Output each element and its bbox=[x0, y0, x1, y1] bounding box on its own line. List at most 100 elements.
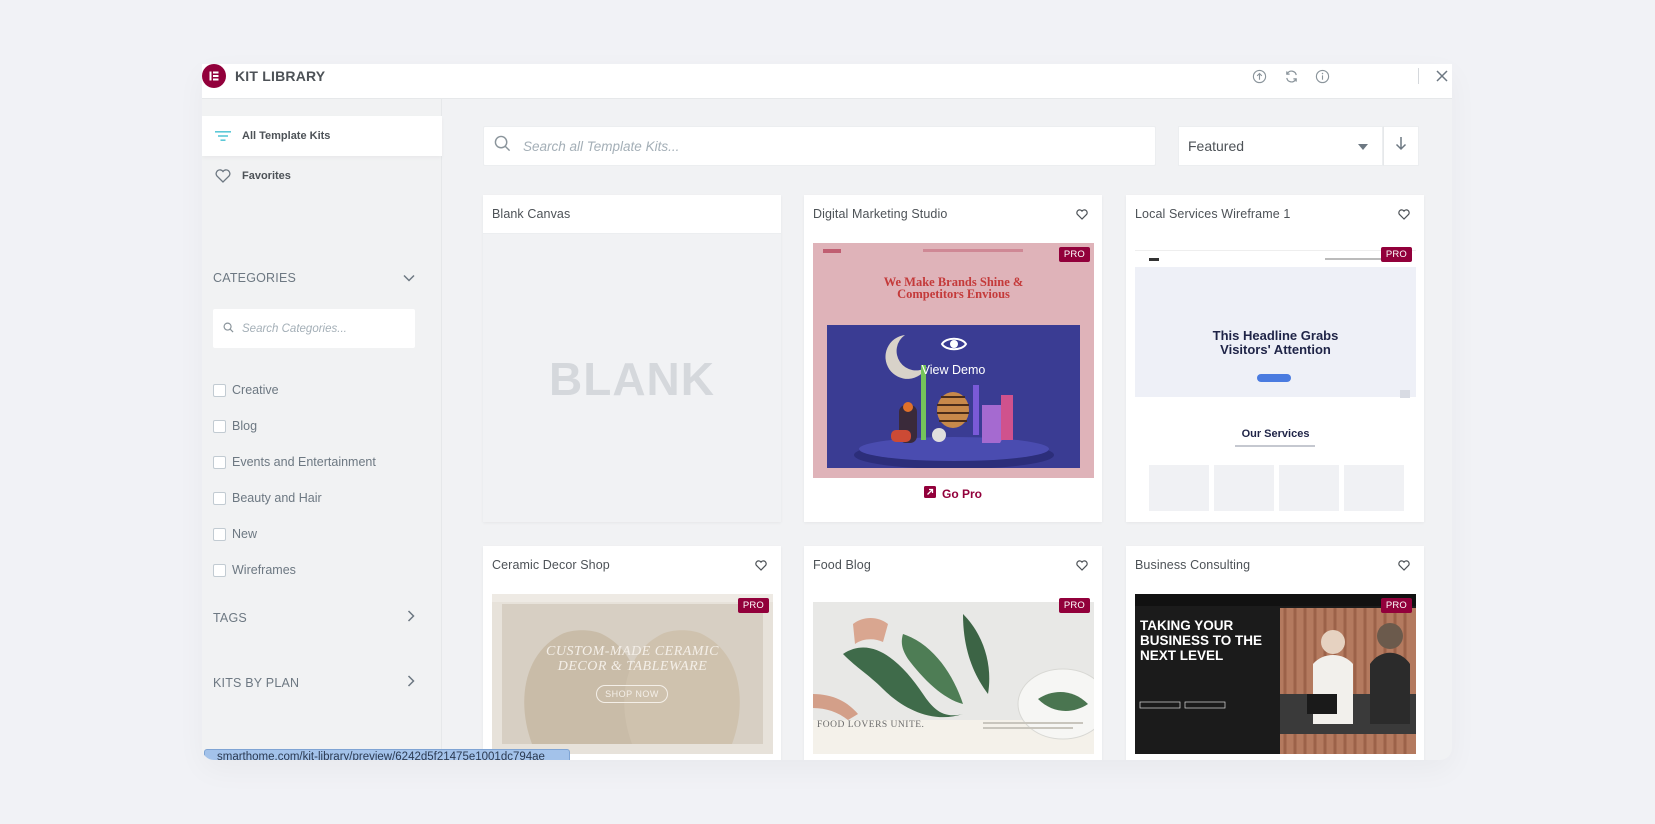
thumbnail-headline: We Make Brands Shine & Competitors Envio… bbox=[883, 275, 1024, 301]
kit-thumbnail[interactable]: FOOD LOVERS UNITE. PRO bbox=[813, 594, 1094, 754]
kit-card-header: Local Services Wireframe 1 bbox=[1126, 195, 1424, 233]
view-demo-overlay[interactable]: View Demo bbox=[813, 325, 1094, 385]
kit-search-input[interactable] bbox=[523, 138, 1123, 154]
kit-title: Ceramic Decor Shop bbox=[492, 558, 610, 572]
tags-heading: TAGS bbox=[213, 611, 247, 625]
pro-badge: PRO bbox=[1058, 247, 1090, 262]
upload-icon[interactable] bbox=[1250, 67, 1268, 85]
checkbox[interactable] bbox=[213, 527, 226, 541]
image-placeholder-icon bbox=[1400, 390, 1410, 398]
wireframe-service-box bbox=[1279, 465, 1339, 511]
kit-card-header: Business Consulting bbox=[1126, 546, 1424, 584]
kit-title: Local Services Wireframe 1 bbox=[1135, 207, 1291, 221]
wireframe-section-title: Our Services bbox=[1241, 428, 1310, 440]
chevron-down-icon bbox=[403, 269, 415, 287]
header-divider bbox=[1418, 68, 1419, 84]
kit-title: Digital Marketing Studio bbox=[813, 207, 948, 221]
category-checkbox-new[interactable]: New bbox=[213, 524, 257, 544]
category-checkbox-events[interactable]: Events and Entertainment bbox=[213, 452, 376, 472]
kits-by-plan-toggle[interactable]: KITS BY PLAN bbox=[213, 674, 415, 692]
sidebar-item-all-template-kits[interactable]: All Template Kits bbox=[202, 116, 442, 156]
favorite-heart-icon[interactable] bbox=[1074, 206, 1090, 222]
wireframe-service-box bbox=[1214, 465, 1274, 511]
kit-card-digital-marketing-studio[interactable]: Digital Marketing Studio We Make Brands … bbox=[804, 195, 1102, 522]
search-icon bbox=[223, 320, 234, 338]
kit-card-header: Ceramic Decor Shop bbox=[483, 546, 781, 584]
checkbox[interactable] bbox=[213, 455, 226, 469]
category-checkbox-beauty[interactable]: Beauty and Hair bbox=[213, 488, 322, 508]
search-icon bbox=[494, 135, 511, 157]
page-title: KIT LIBRARY bbox=[235, 68, 326, 84]
wireframe-hero: This Headline Grabs Visitors' Attention bbox=[1135, 267, 1416, 398]
categories-heading: CATEGORIES bbox=[213, 271, 297, 285]
checkbox[interactable] bbox=[213, 491, 226, 505]
sync-icon[interactable] bbox=[1282, 67, 1300, 85]
heart-icon bbox=[214, 167, 232, 185]
kit-library-window: KIT LIBRARY All Template Kits Favorites bbox=[202, 64, 1452, 760]
category-checkbox-creative[interactable]: Creative bbox=[213, 380, 279, 400]
close-icon[interactable] bbox=[1433, 67, 1451, 85]
sort-dropdown[interactable]: Featured bbox=[1178, 126, 1383, 166]
tags-toggle[interactable]: TAGS bbox=[213, 609, 415, 627]
wireframe-service-box bbox=[1149, 465, 1209, 511]
sort-direction-button[interactable] bbox=[1383, 126, 1419, 166]
view-demo-label: View Demo bbox=[921, 362, 986, 377]
sort-value: Featured bbox=[1188, 138, 1245, 154]
kit-thumbnail[interactable]: TAKING YOUR BUSINESS TO THE NEXT LEVEL P… bbox=[1135, 594, 1416, 754]
favorite-heart-icon[interactable] bbox=[1396, 557, 1412, 573]
thumbnail-text-line bbox=[983, 727, 1073, 729]
go-pro-button[interactable]: Go Pro bbox=[804, 479, 1102, 509]
favorite-heart-icon[interactable] bbox=[1396, 206, 1412, 222]
category-checkbox-wireframes[interactable]: Wireframes bbox=[213, 560, 296, 580]
wireframe-cta-button bbox=[1257, 374, 1291, 382]
info-icon[interactable] bbox=[1313, 67, 1331, 85]
thumbnail-text-line bbox=[983, 722, 1083, 724]
kit-thumbnail[interactable]: This Headline Grabs Visitors' Attention … bbox=[1135, 243, 1416, 511]
categories-toggle[interactable]: CATEGORIES bbox=[213, 269, 415, 287]
pro-badge: PRO bbox=[1380, 247, 1412, 262]
kit-card-local-services-wireframe[interactable]: Local Services Wireframe 1 This Headline… bbox=[1126, 195, 1424, 522]
kit-card-blank-canvas[interactable]: Blank Canvas BLANK bbox=[483, 195, 781, 522]
elementor-logo-icon bbox=[202, 64, 226, 88]
kit-thumbnail-blank[interactable]: BLANK bbox=[483, 233, 781, 522]
kit-card-business-consulting[interactable]: Business Consulting TAKING YOUR BUSINESS… bbox=[1126, 546, 1424, 760]
wireframe-nav bbox=[1135, 255, 1416, 265]
checkbox[interactable] bbox=[213, 383, 226, 397]
thumbnail-headline: CUSTOM-MADE CERAMIC DECOR & TABLEWARE bbox=[546, 644, 719, 674]
category-label: Wireframes bbox=[232, 563, 296, 577]
eye-icon bbox=[940, 334, 968, 359]
pro-badge: PRO bbox=[1380, 598, 1412, 613]
go-pro-label: Go Pro bbox=[941, 487, 982, 501]
category-label: New bbox=[232, 527, 258, 541]
category-label: Beauty and Hair bbox=[232, 491, 322, 505]
wireframe-service-box bbox=[1344, 465, 1404, 511]
pro-badge: PRO bbox=[1058, 598, 1090, 613]
wireframe-topbar bbox=[1135, 243, 1416, 251]
kit-card-header: Food Blog bbox=[804, 546, 1102, 584]
category-search-input[interactable] bbox=[242, 322, 407, 335]
kit-card-food-blog[interactable]: Food Blog FOOD LOVERS UNITE. PRO bbox=[804, 546, 1102, 760]
kit-card-header: Blank Canvas bbox=[483, 195, 781, 233]
blank-thumbnail-text: BLANK bbox=[549, 352, 715, 405]
checkbox[interactable] bbox=[213, 563, 226, 577]
favorite-heart-icon[interactable] bbox=[1074, 557, 1090, 573]
thumbnail-shop-button: SHOP NOW bbox=[596, 685, 668, 703]
kit-thumbnail[interactable]: We Make Brands Shine & Competitors Envio… bbox=[813, 243, 1094, 478]
kit-card-ceramic-decor-shop[interactable]: Ceramic Decor Shop CUSTOM-MADE CERAMIC D… bbox=[483, 546, 781, 760]
category-label: Blog bbox=[232, 419, 258, 433]
site-logo-mark bbox=[823, 249, 841, 253]
kit-search-field bbox=[483, 126, 1156, 166]
kit-title: Business Consulting bbox=[1135, 558, 1251, 572]
header-bar: KIT LIBRARY bbox=[202, 64, 1452, 99]
favorite-heart-icon[interactable] bbox=[753, 557, 769, 573]
sidebar-item-favorites[interactable]: Favorites bbox=[202, 156, 442, 196]
kit-thumbnail[interactable]: CUSTOM-MADE CERAMIC DECOR & TABLEWARE SH… bbox=[492, 594, 773, 754]
category-label: Events and Entertainment bbox=[232, 455, 376, 469]
sidebar: All Template Kits Favorites CATEGORIES C… bbox=[202, 99, 442, 760]
checkbox[interactable] bbox=[213, 419, 226, 433]
filter-icon bbox=[214, 127, 232, 145]
pro-badge: PRO bbox=[737, 598, 769, 613]
chevron-right-icon bbox=[407, 609, 415, 627]
arrow-down-icon bbox=[1395, 136, 1407, 156]
category-checkbox-blog[interactable]: Blog bbox=[213, 416, 257, 436]
